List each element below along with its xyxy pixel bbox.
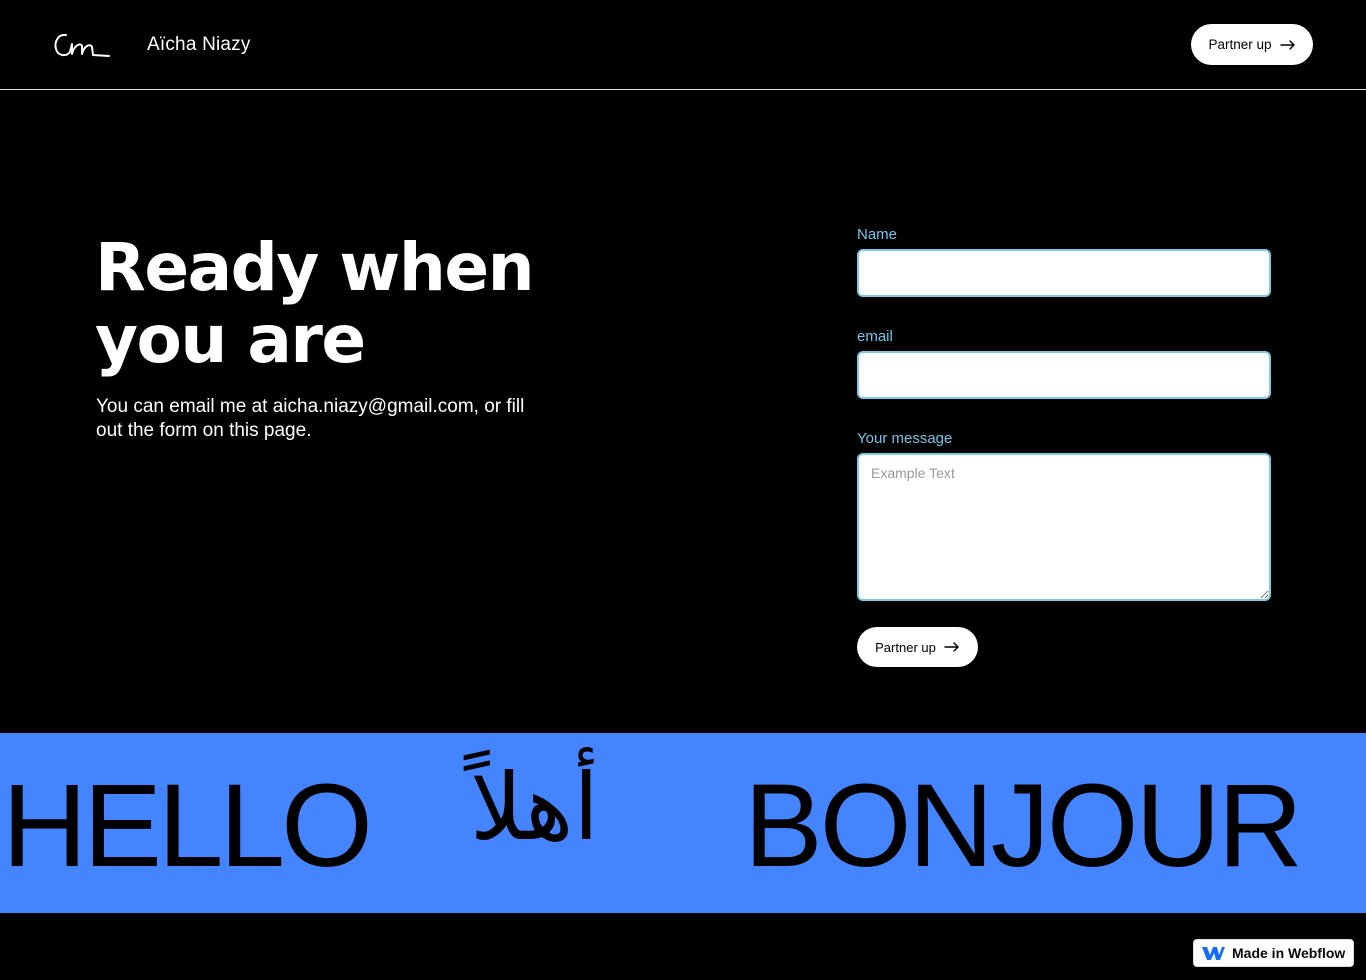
message-field[interactable] bbox=[857, 453, 1271, 601]
submit-label: Partner up bbox=[875, 639, 936, 655]
made-in-webflow-badge[interactable]: Made in Webflow bbox=[1193, 939, 1354, 967]
email-field[interactable] bbox=[857, 351, 1271, 399]
title-line-2: you are bbox=[95, 301, 366, 378]
partner-up-header-button[interactable]: Partner up bbox=[1191, 24, 1313, 65]
email-label: email bbox=[857, 328, 893, 345]
arrow-right-icon bbox=[944, 642, 959, 652]
partner-up-label: Partner up bbox=[1208, 37, 1272, 52]
name-label: Name bbox=[857, 226, 898, 243]
name-field[interactable] bbox=[857, 249, 1271, 297]
site-header: Aïcha Niazy Partner up bbox=[0, 0, 1366, 90]
logo-signature-icon[interactable] bbox=[52, 30, 112, 62]
title-line-1: Ready when bbox=[95, 229, 535, 306]
greeting-bonjour: BONJOUR bbox=[744, 760, 1303, 892]
contact-description: You can email me at aicha.niazy@gmail.co… bbox=[96, 396, 525, 441]
contact-page: Aïcha Niazy Partner up Ready when you ar… bbox=[0, 0, 1366, 980]
site-name[interactable]: Aïcha Niazy bbox=[147, 34, 251, 56]
greetings-banner: HELLO أهلاً BONJOUR bbox=[0, 733, 1366, 913]
contact-form: Name email Your message Partner up bbox=[857, 226, 1271, 667]
webflow-icon bbox=[1202, 947, 1225, 960]
message-label: Your message bbox=[857, 430, 953, 447]
partner-up-submit-button[interactable]: Partner up bbox=[857, 627, 978, 667]
greeting-arabic: أهلاً bbox=[470, 754, 599, 861]
badge-label: Made in Webflow bbox=[1232, 945, 1346, 961]
page-title: Ready when you are bbox=[95, 232, 655, 376]
arrow-right-icon bbox=[1279, 39, 1295, 50]
greeting-hello: HELLO bbox=[2, 760, 373, 892]
